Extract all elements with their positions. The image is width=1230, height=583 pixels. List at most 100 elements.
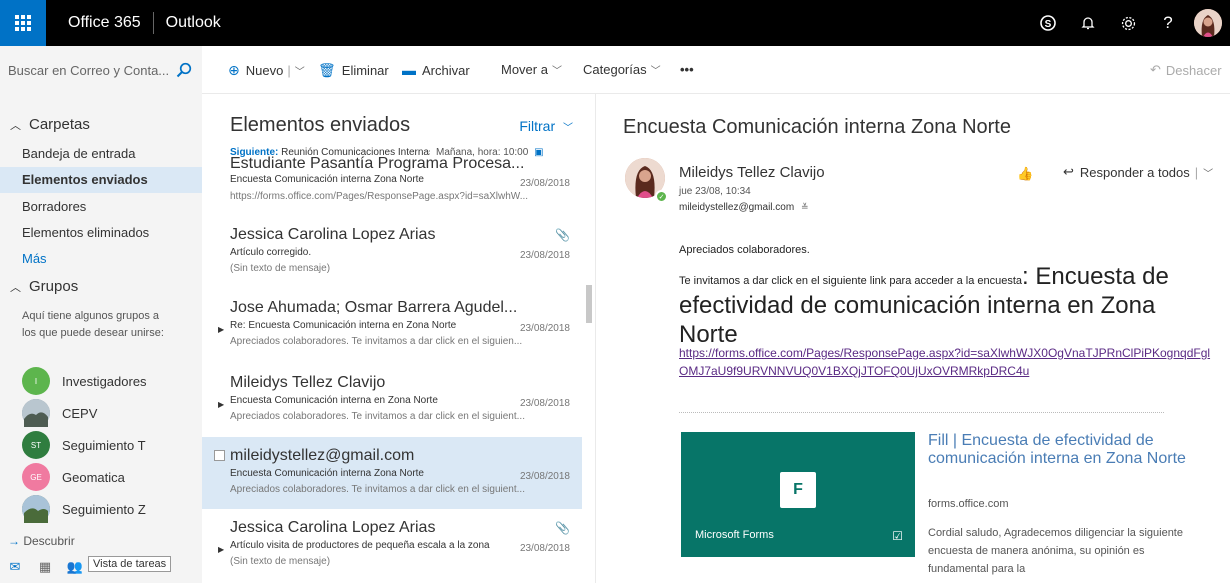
group-name: Investigadores — [62, 373, 147, 389]
message-preview: Apreciados colaboradores. Te invitamos a… — [230, 336, 523, 347]
list-item[interactable]: Mileidys Tellez Clavijo ▶ Encuesta Comun… — [202, 374, 582, 432]
message-subject: Encuesta Comunicación interna en Zona No… — [230, 395, 438, 406]
link-preview-title[interactable]: Fill | Encuesta de efectividad de comuni… — [928, 432, 1188, 468]
group-investigadores[interactable]: I Investigadores — [22, 366, 147, 396]
list-scrollbar[interactable] — [586, 285, 592, 323]
like-button[interactable]: 👍 — [1017, 166, 1033, 182]
expand-thread-icon[interactable]: ▶ — [218, 325, 224, 334]
discover-label: Descubrir — [23, 534, 75, 548]
help-button[interactable]: ? — [1148, 0, 1188, 46]
message-sender: mileidystellez@gmail.com — [230, 447, 415, 464]
folders-header[interactable]: ︿ Carpetas — [10, 116, 90, 133]
calendar-icon[interactable]: ▦ — [30, 559, 60, 575]
folder-sent-items[interactable]: Elementos enviados — [0, 167, 202, 193]
list-item[interactable]: Jose Ahumada; Osmar Barrera Agudel... ▶ … — [202, 299, 582, 357]
bell-icon — [1081, 17, 1095, 30]
user-avatar[interactable] — [1194, 9, 1222, 37]
command-bar: Buscar en Correo y Conta... ⊕ Nuevo | ﹀ … — [0, 46, 1230, 94]
divider — [679, 412, 1164, 413]
people-icon[interactable]: 👥 — [60, 559, 90, 575]
search-placeholder: Buscar en Correo y Conta... — [8, 62, 170, 78]
message-list: Elementos enviados Filtrar ﹀ Siguiente: … — [202, 94, 596, 583]
gear-icon — [1121, 16, 1135, 30]
waffle-icon — [15, 15, 31, 31]
brand-divider — [152, 12, 154, 34]
reading-pane: Encuesta Comunicación interna Zona Norte… — [597, 94, 1230, 583]
suite-brand[interactable]: Office 365 — [68, 14, 141, 32]
message-subject: Encuesta Comunicación interna Zona Norte — [230, 468, 424, 479]
app-name[interactable]: Outlook — [166, 14, 221, 32]
chevron-down-icon: ﹀ — [563, 123, 573, 134]
discover-link[interactable]: → Descubrir — [8, 534, 75, 548]
paperclip-icon: 📎 — [555, 228, 570, 242]
folder-deleted-items[interactable]: Elementos eliminados — [0, 220, 202, 246]
groups-header[interactable]: ︿ Grupos — [10, 278, 78, 295]
message-date: 23/08/2018 — [519, 250, 570, 261]
search-input[interactable]: Buscar en Correo y Conta... — [0, 46, 202, 94]
folders-header-label: Carpetas — [29, 116, 90, 133]
folder-inbox[interactable]: Bandeja de entrada — [0, 141, 202, 167]
filter-button[interactable]: Filtrar ﹀ — [519, 118, 573, 134]
group-name: Seguimiento Z — [62, 501, 146, 517]
group-seguimiento-t[interactable]: ST Seguimiento T — [22, 430, 146, 460]
card-brand: Microsoft Forms — [695, 529, 774, 541]
forms-logo-icon: F — [780, 472, 816, 508]
group-seguimiento-z[interactable]: Seguimiento Z — [22, 494, 146, 524]
folder-drafts[interactable]: Borradores — [0, 194, 202, 220]
arrow-right-icon: → — [8, 534, 20, 548]
groups-description: Aquí tiene algunos grupos a los que pued… — [22, 310, 164, 339]
group-avatar: I — [22, 367, 50, 395]
chevron-up-icon: ︿ — [10, 281, 21, 294]
move-to-button[interactable]: Mover a ﹀ — [501, 62, 562, 77]
sender-email[interactable]: mileidystellez@gmail.com ≚ — [679, 202, 809, 213]
select-checkbox[interactable] — [214, 450, 225, 461]
survey-link[interactable]: https://forms.office.com/Pages/ResponseP… — [679, 344, 1219, 380]
link-preview-image[interactable]: F Microsoft Forms ☑ — [681, 432, 915, 557]
skype-button[interactable]: S — [1028, 0, 1068, 46]
mail-icon[interactable]: ✉ — [0, 559, 30, 575]
more-commands-button[interactable]: ••• — [680, 62, 694, 77]
message-date: 23/08/2018 — [519, 323, 570, 334]
paperclip-icon: 📎 — [555, 521, 570, 535]
folders-more-link[interactable]: Más — [0, 246, 202, 272]
sender-name[interactable]: Mileidys Tellez Clavijo — [679, 164, 825, 181]
chevron-down-icon[interactable]: ≚ — [801, 202, 809, 212]
folder-pane: ︿ Carpetas Bandeja de entrada Elementos … — [0, 94, 202, 583]
undo-button[interactable]: ↶ Deshacer — [1150, 62, 1222, 78]
split-divider: | — [287, 63, 291, 78]
undo-icon: ↶ — [1150, 62, 1161, 77]
search-icon[interactable] — [176, 62, 192, 78]
app-launcher-button[interactable] — [0, 0, 46, 46]
delete-button[interactable]: 🗑 Eliminar — [318, 62, 389, 79]
message-preview: (Sin texto de mensaje) — [230, 263, 331, 274]
list-item-selected[interactable]: mileidystellez@gmail.com Encuesta Comuni… — [202, 437, 582, 509]
list-item[interactable]: Jessica Carolina Lopez Arias 📎 Artículo … — [202, 226, 582, 284]
expand-thread-icon[interactable]: ▶ — [218, 545, 224, 554]
archive-button[interactable]: ▬ Archivar — [402, 62, 470, 78]
settings-button[interactable] — [1108, 0, 1148, 46]
group-avatar — [22, 399, 50, 427]
list-item[interactable]: Estudiante Pasantía Programa Procesa... … — [202, 155, 582, 214]
reply-all-button[interactable]: ↩ Responder a todos | ﹀ — [1063, 164, 1213, 180]
group-avatar: GE — [22, 463, 50, 491]
new-message-button[interactable]: ⊕ Nuevo | ﹀ — [228, 62, 305, 79]
message-date: 23/08/2018 — [519, 471, 570, 482]
body-invite: Te invitamos a dar click en el siguiente… — [679, 262, 1219, 349]
group-geomatica[interactable]: GE Geomatica — [22, 462, 125, 492]
archive-label: Archivar — [422, 62, 470, 78]
list-item[interactable]: Jessica Carolina Lopez Arias 📎 ▶ Artícul… — [202, 519, 582, 583]
body-invite-text: Te invitamos a dar click en el siguiente… — [679, 275, 1023, 287]
message-subject-heading: Encuesta Comunicación interna Zona Norte — [623, 116, 1011, 138]
checkbox-icon: ☑ — [892, 529, 903, 543]
chevron-down-icon[interactable]: ﹀ — [1203, 165, 1213, 180]
categories-button[interactable]: Categorías ﹀ — [583, 62, 661, 77]
delete-label: Eliminar — [341, 63, 389, 78]
message-sender: Jose Ahumada; Osmar Barrera Agudel... — [230, 299, 518, 316]
expand-thread-icon[interactable]: ▶ — [218, 400, 224, 409]
notifications-button[interactable] — [1068, 0, 1108, 46]
group-cepv[interactable]: CEPV — [22, 398, 97, 428]
reply-all-icon: ↩ — [1063, 164, 1074, 179]
chevron-down-icon: ﹀ — [551, 66, 562, 77]
message-date: 23/08/2018 — [519, 178, 570, 189]
chevron-down-icon[interactable]: ﹀ — [295, 63, 305, 78]
